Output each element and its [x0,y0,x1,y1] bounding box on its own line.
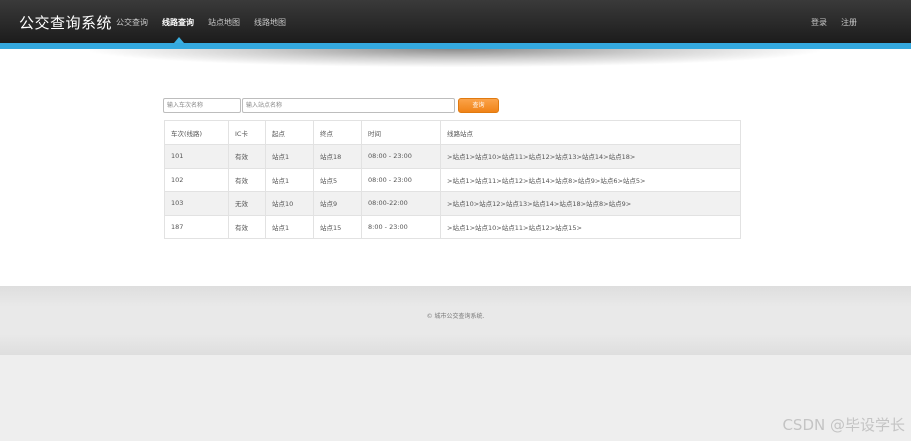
cell-start: 站点1 [265,144,314,169]
cell-stations: >站点1>站点10>站点11>站点12>站点13>站点14>站点18> [440,144,741,169]
csdn-watermark: CSDN @毕设学长 [782,416,905,434]
cell-ic-card: 有效 [228,214,266,239]
col-header-end: 终点 [313,120,362,145]
cell-stations: >站点1>站点11>站点12>站点14>站点8>站点9>站点6>站点5> [440,167,741,192]
cell-start: 站点10 [265,191,314,216]
nav-route-map[interactable]: 线路地图 [254,17,286,28]
cell-stations: >站点10>站点12>站点13>站点14>站点18>站点8>站点9> [440,191,741,216]
login-link[interactable]: 登录 [811,17,827,28]
nav-station-map[interactable]: 站点地图 [208,17,240,28]
cell-route: 187 [164,214,229,239]
col-header-route: 车次(线路) [164,120,229,145]
search-button[interactable]: 查询 [458,98,499,113]
cell-ic-card: 有效 [228,144,266,169]
col-header-time: 时间 [361,120,441,145]
table-row: 102 有效 站点1 站点5 08:00 - 23:00 >站点1>站点11>站… [164,167,741,192]
header-shadow [90,49,820,67]
footer: © 城市公交查询系统. [0,286,911,355]
cell-time: 8:00 - 23:00 [361,214,441,239]
cell-route: 101 [164,144,229,169]
top-navbar: 公交查询系统 公交查询 线路查询 站点地图 线路地图 登录 注册 [0,0,911,43]
col-header-ic-card: IC卡 [228,120,266,145]
cell-end: 站点5 [313,167,362,192]
nav-route-query[interactable]: 线路查询 [162,17,194,28]
cell-time: 08:00 - 23:00 [361,144,441,169]
main-content: 查询 车次(线路) IC卡 起点 终点 时间 线路站点 101 有效 站点1 站… [0,49,911,286]
brand-title[interactable]: 公交查询系统 [19,12,112,33]
cell-end: 站点15 [313,214,362,239]
table-row: 101 有效 站点1 站点18 08:00 - 23:00 >站点1>站点10>… [164,144,741,169]
cell-start: 站点1 [265,167,314,192]
cell-end: 站点18 [313,144,362,169]
routes-table: 车次(线路) IC卡 起点 终点 时间 线路站点 101 有效 站点1 站点18… [164,120,741,239]
col-header-start: 起点 [265,120,314,145]
route-name-input[interactable] [163,98,241,113]
cell-start: 站点1 [265,214,314,239]
cell-stations: >站点1>站点10>站点11>站点12>站点15> [440,214,741,239]
cell-end: 站点9 [313,191,362,216]
cell-time: 08:00-22:00 [361,191,441,216]
cell-ic-card: 有效 [228,167,266,192]
col-header-stations: 线路站点 [440,120,741,145]
cell-time: 08:00 - 23:00 [361,167,441,192]
register-link[interactable]: 注册 [841,17,857,28]
cell-route: 103 [164,191,229,216]
station-name-input[interactable] [242,98,455,113]
cell-route: 102 [164,167,229,192]
table-row: 187 有效 站点1 站点15 8:00 - 23:00 >站点1>站点10>站… [164,214,741,239]
copyright-text: © 城市公交查询系统. [426,313,485,320]
cell-ic-card: 无效 [228,191,266,216]
nav-bus-query[interactable]: 公交查询 [116,17,148,28]
table-header-row: 车次(线路) IC卡 起点 终点 时间 线路站点 [164,120,741,145]
table-row: 103 无效 站点10 站点9 08:00-22:00 >站点10>站点12>站… [164,191,741,216]
